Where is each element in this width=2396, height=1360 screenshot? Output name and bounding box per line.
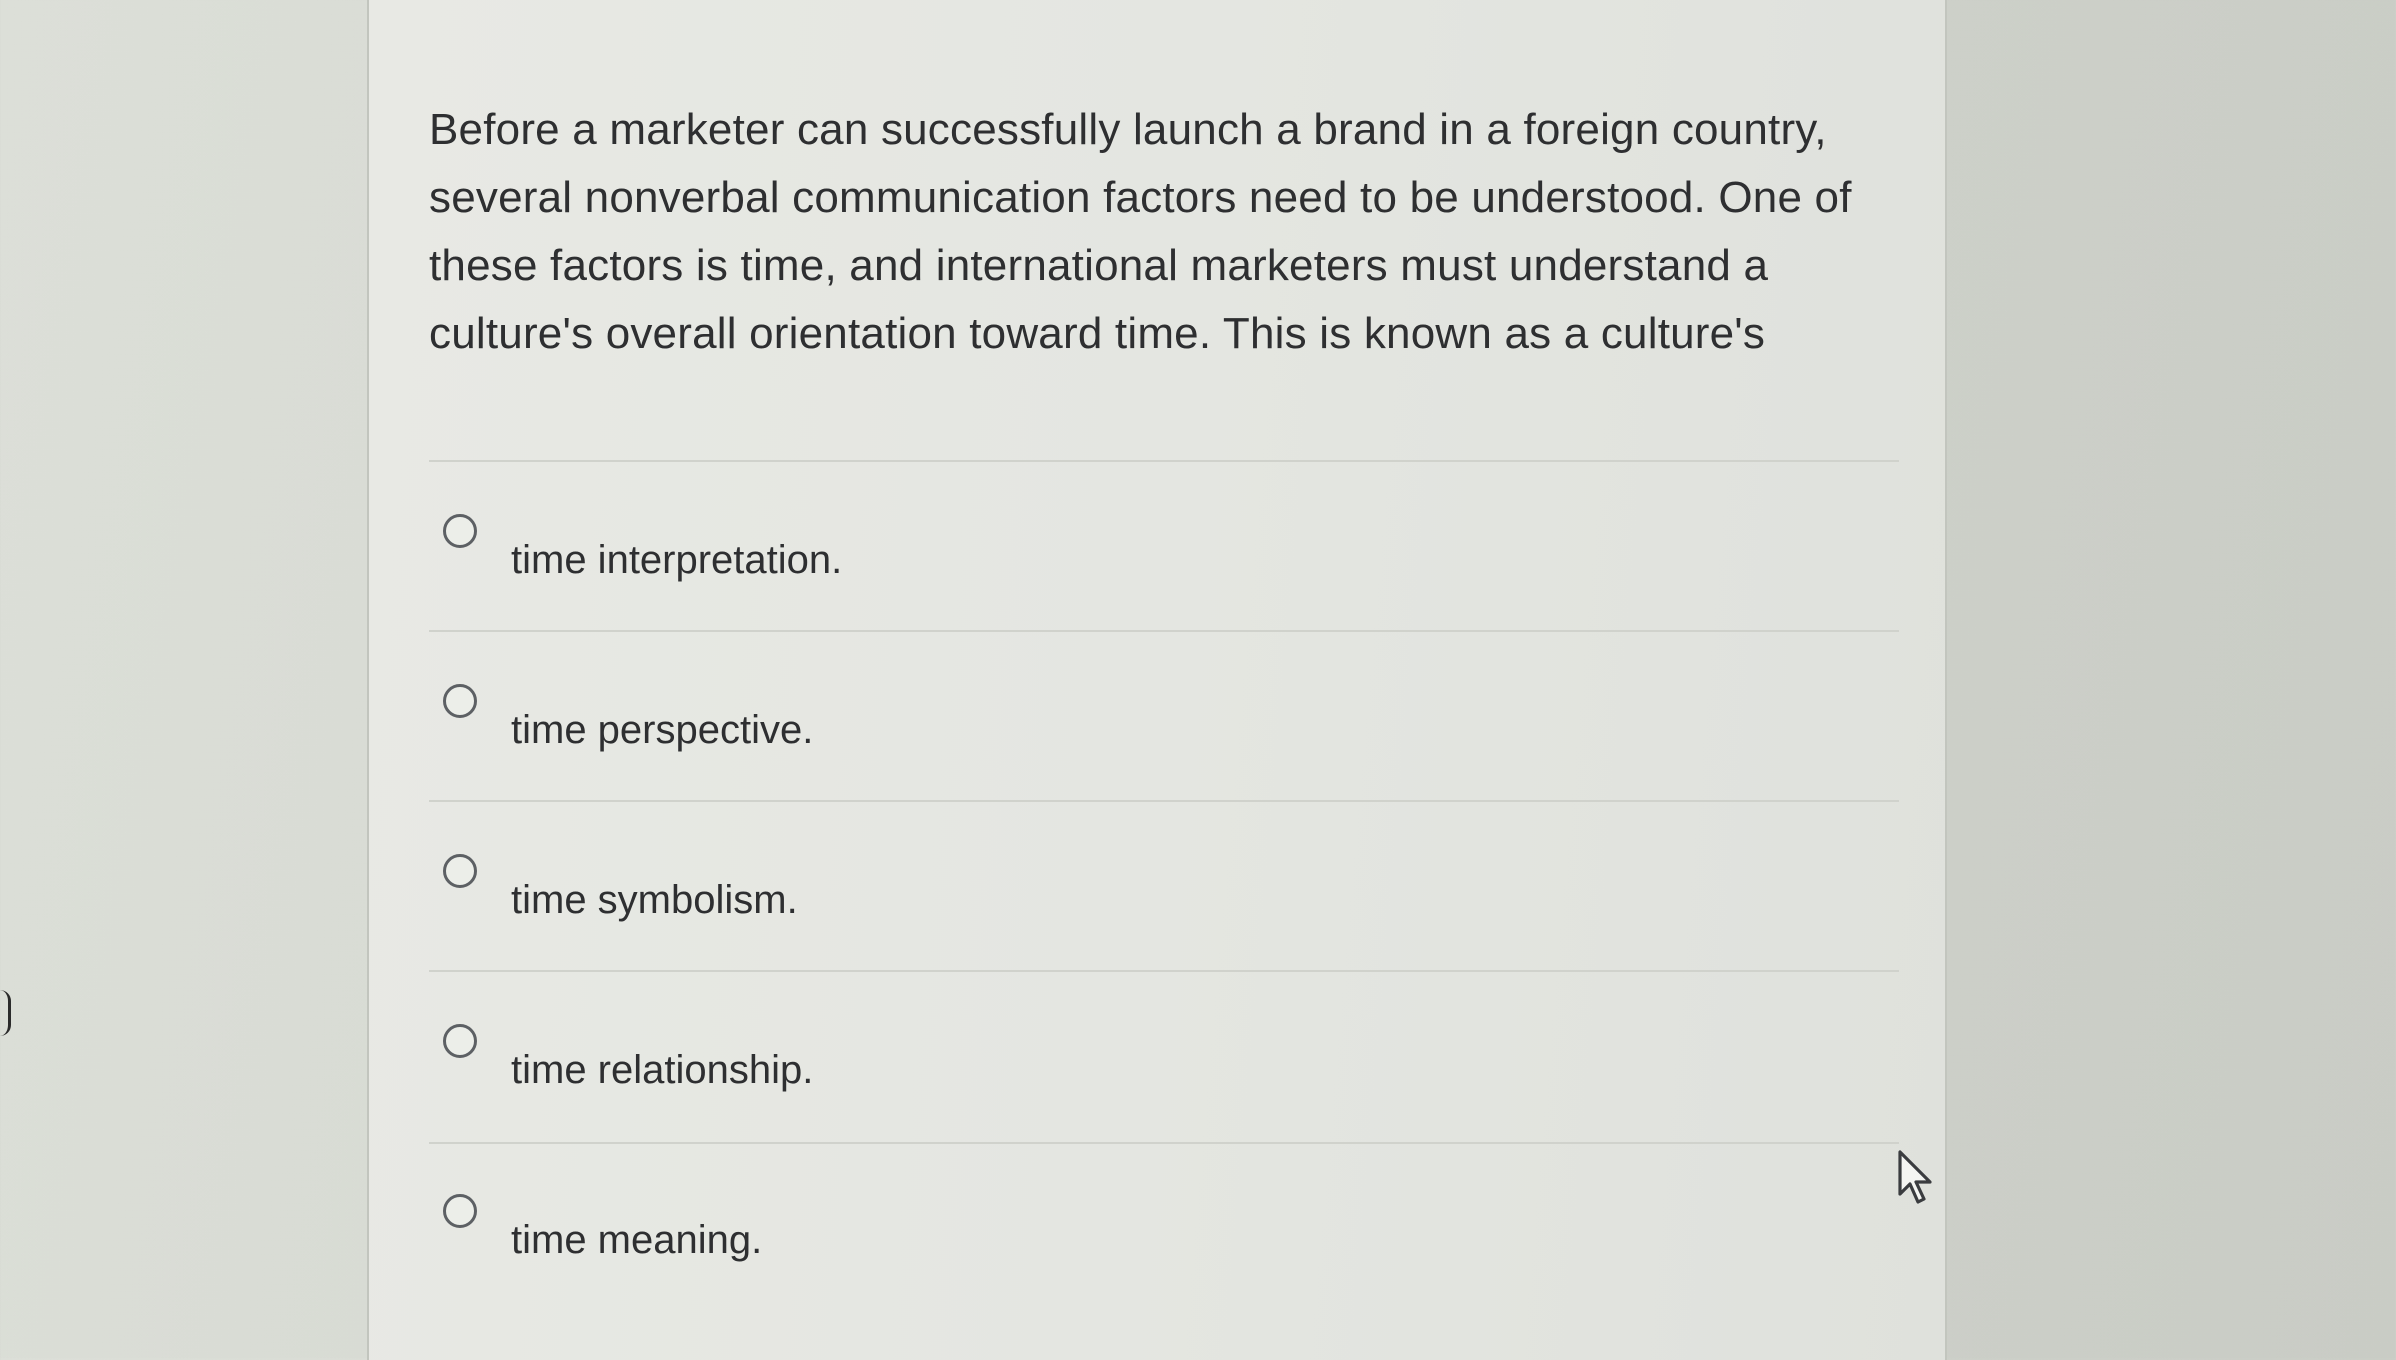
answer-option-5[interactable]: time meaning. bbox=[429, 1194, 1899, 1294]
divider bbox=[429, 1142, 1899, 1144]
divider bbox=[429, 460, 1899, 462]
divider bbox=[429, 800, 1899, 802]
question-text: Before a marketer can successfully launc… bbox=[429, 105, 1852, 358]
answer-option-1[interactable]: time interpretation. bbox=[429, 514, 1899, 614]
mouse-pointer-icon bbox=[1898, 1150, 1932, 1204]
answer-option-label: time interpretation. bbox=[511, 538, 843, 582]
answer-option-label: time perspective. bbox=[511, 708, 814, 752]
radio-button-icon[interactable] bbox=[443, 684, 477, 718]
question-panel: Before a marketer can successfully launc… bbox=[367, 0, 1947, 1360]
radio-button-icon[interactable] bbox=[443, 1024, 477, 1058]
answer-option-label: time symbolism. bbox=[511, 878, 798, 922]
divider bbox=[429, 630, 1899, 632]
answer-option-2[interactable]: time perspective. bbox=[429, 684, 1899, 784]
answer-option-label: time relationship. bbox=[511, 1048, 814, 1092]
screen-edge-decoration bbox=[0, 990, 11, 1038]
divider bbox=[429, 970, 1899, 972]
answer-option-label: time meaning. bbox=[511, 1218, 763, 1262]
answer-option-3[interactable]: time symbolism. bbox=[429, 854, 1899, 954]
radio-button-icon[interactable] bbox=[443, 854, 477, 888]
answer-option-4[interactable]: time relationship. bbox=[429, 1024, 1899, 1124]
radio-button-icon[interactable] bbox=[443, 1194, 477, 1228]
radio-button-icon[interactable] bbox=[443, 514, 477, 548]
